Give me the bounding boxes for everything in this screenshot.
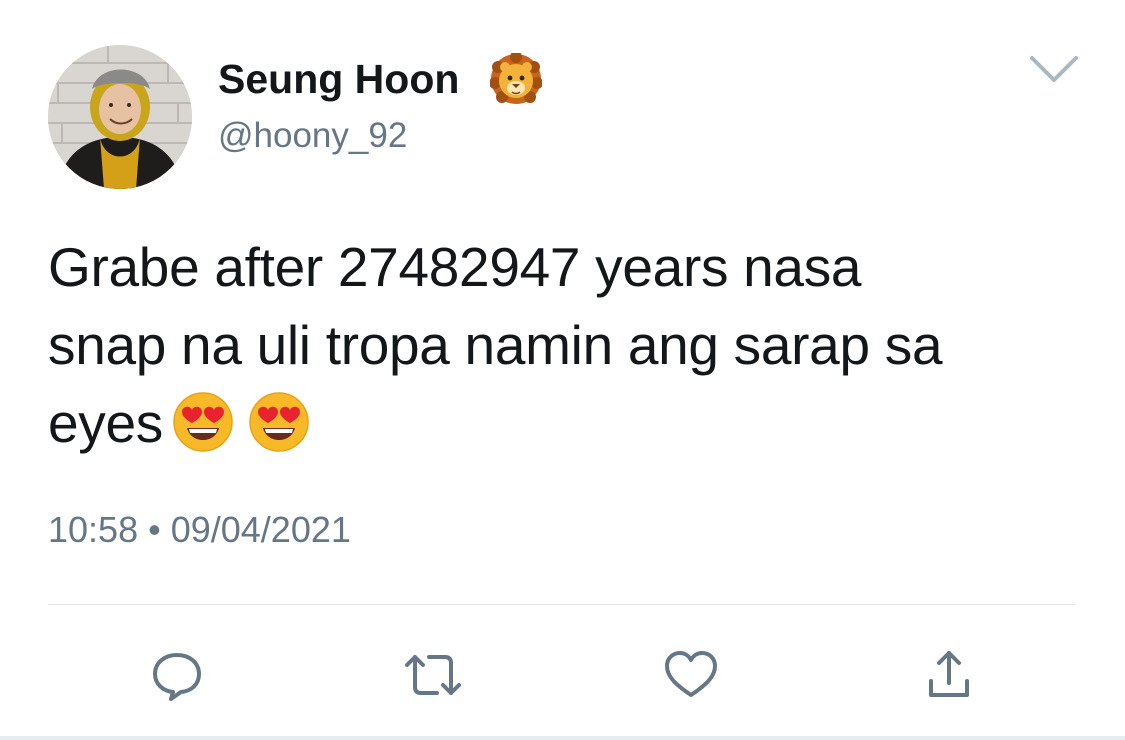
display-name[interactable]: Seung Hoon [218, 56, 459, 102]
heart-eyes-emoji [249, 392, 309, 452]
reply-button[interactable] [142, 640, 212, 710]
tweet-text-line-last: eyes [48, 384, 1088, 462]
chevron-down-icon[interactable] [1028, 52, 1080, 86]
like-icon [665, 651, 717, 697]
tweet-text-line: Grabe after 27482947 years nasa [48, 236, 862, 298]
divider [48, 604, 1076, 605]
retweet-icon [405, 655, 461, 695]
meta-separator: • [148, 509, 161, 550]
tweet-text-line: snap na uli tropa namin ang sarap sa [48, 314, 943, 376]
share-button[interactable] [914, 640, 984, 710]
tweet-card: Seung Hoon @hoony_92 Grabe after 2748294… [0, 0, 1125, 740]
like-button[interactable] [656, 640, 726, 710]
tweet-time: 10:58 [48, 509, 139, 550]
share-icon [929, 651, 969, 697]
avatar-image [48, 45, 192, 189]
user-handle[interactable]: @hoony_92 [218, 116, 407, 156]
avatar[interactable] [48, 45, 192, 189]
reply-icon [153, 653, 201, 701]
heart-eyes-emoji [173, 392, 233, 452]
lion-face-emoji [490, 53, 542, 104]
tweet-text-tail: eyes [48, 392, 163, 454]
tweet-timestamp[interactable]: 10:58 • 09/04/2021 [48, 508, 351, 552]
tweet-text: Grabe after 27482947 years nasa snap na … [48, 228, 1088, 462]
action-bar [0, 640, 1125, 710]
retweet-button[interactable] [398, 640, 468, 710]
tweet-date: 09/04/2021 [170, 509, 351, 550]
tweet-bottom-border [0, 736, 1125, 740]
